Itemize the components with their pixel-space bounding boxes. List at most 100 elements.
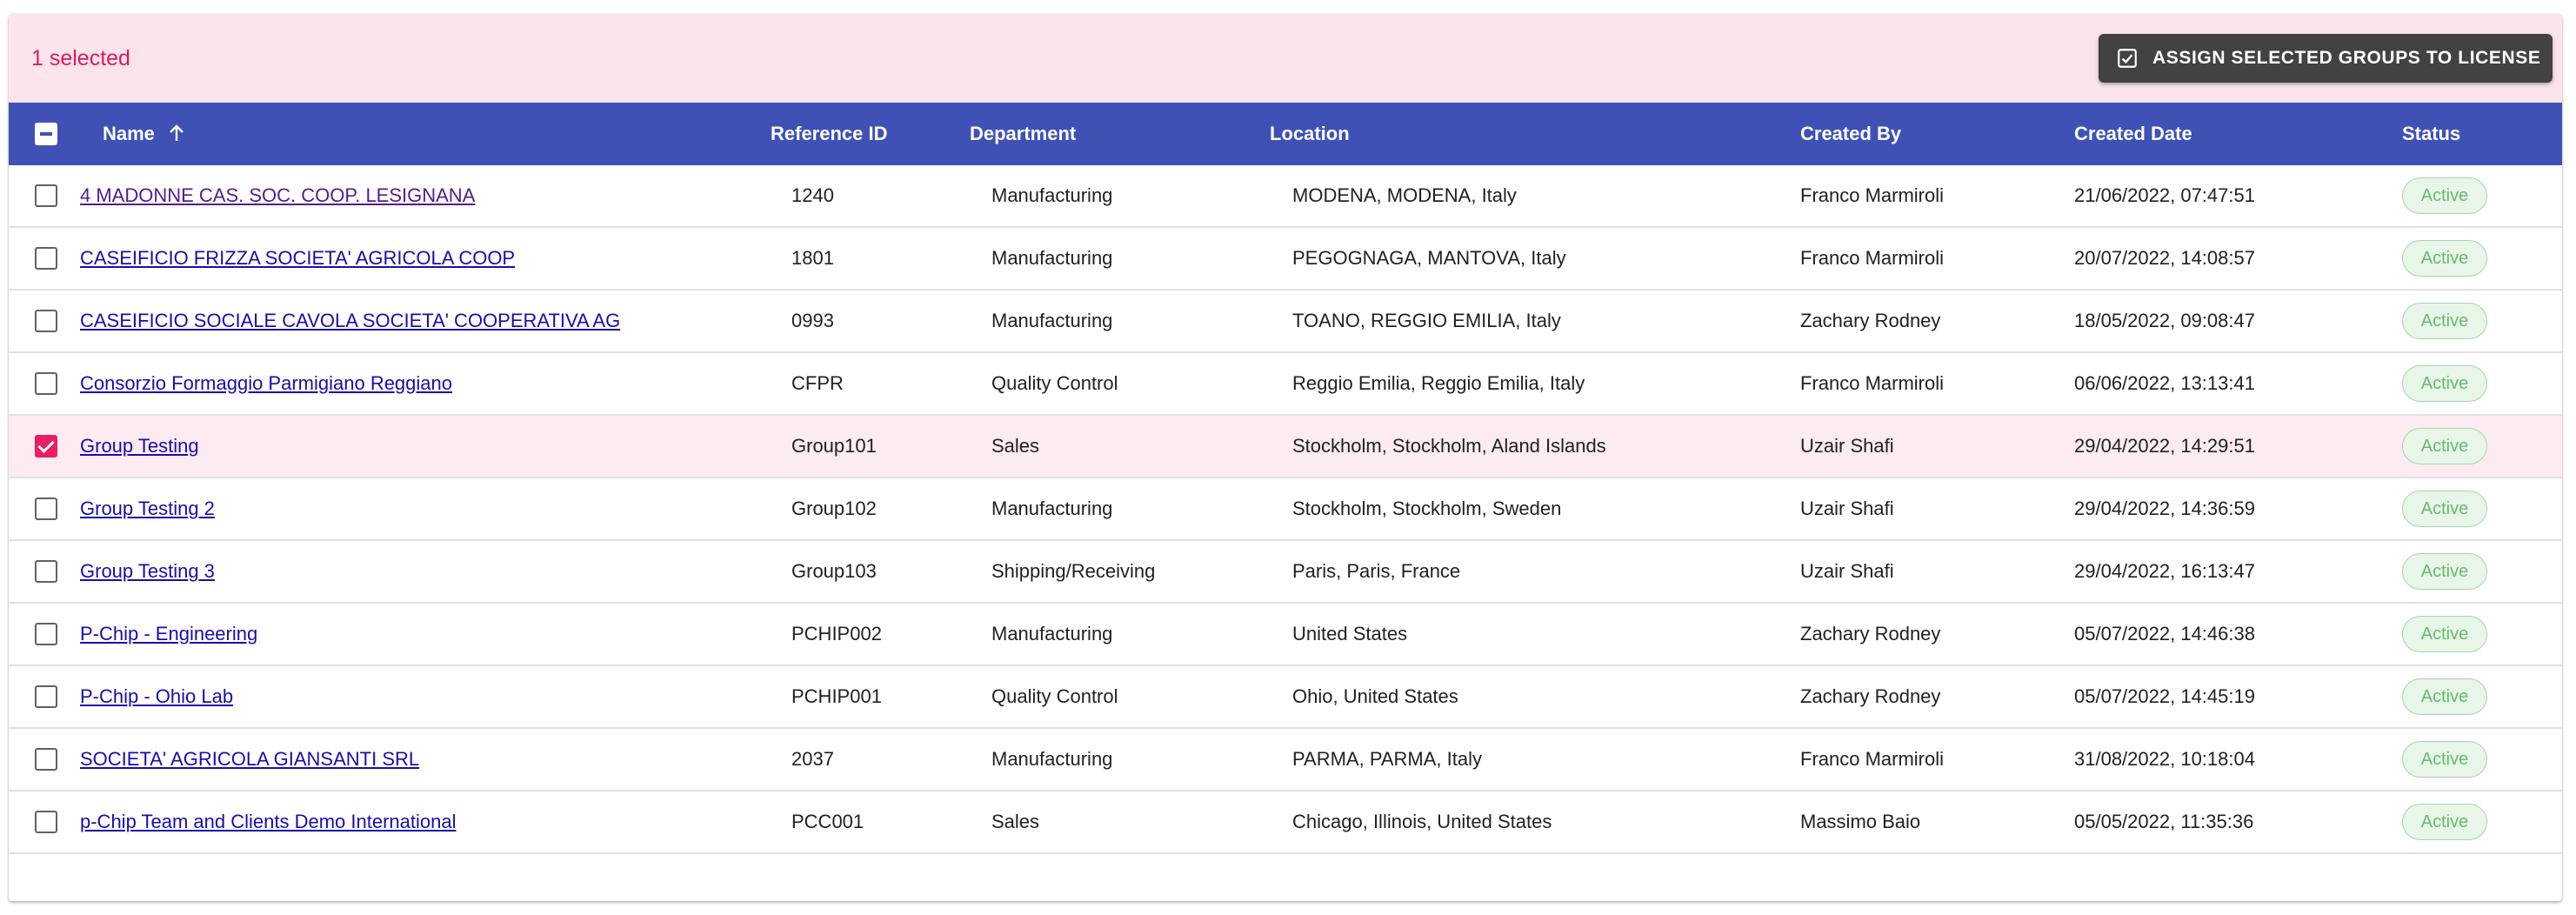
row-checkbox[interactable] xyxy=(35,685,57,708)
table-row[interactable]: Group Testing Group101 Sales Stockholm, Sto… xyxy=(9,416,2562,478)
table-row[interactable]: 4 MADONNE CAS. SOC. COOP. LESIGNANA 1240 M… xyxy=(9,165,2562,228)
department-cell: Manufacturing xyxy=(991,247,1113,269)
group-name-link[interactable]: Group Testing 3 xyxy=(80,560,215,582)
location-cell: Reggio Emilia, Reggio Emilia, Italy xyxy=(1292,372,1585,394)
status-badge: Active xyxy=(2402,553,2487,590)
department-cell: Shipping/Receiving xyxy=(991,560,1156,582)
status-badge: Active xyxy=(2402,804,2487,840)
created-date-cell: 06/06/2022, 13:13:41 xyxy=(2074,372,2255,394)
group-name-link[interactable]: p-Chip Team and Clients Demo Internation… xyxy=(80,811,457,832)
row-checkbox[interactable] xyxy=(35,184,57,207)
arrow-up-icon xyxy=(170,124,184,142)
column-header-location[interactable]: Location xyxy=(1270,103,1350,165)
department-cell: Manufacturing xyxy=(991,748,1113,770)
department-cell: Sales xyxy=(991,811,1040,832)
group-name-link[interactable]: CASEIFICIO FRIZZA SOCIETA' AGRICOLA COOP xyxy=(80,247,515,269)
table-row[interactable]: Group Testing 3 Group103 Shipping/Receivin… xyxy=(9,541,2562,604)
row-checkbox[interactable] xyxy=(35,560,57,583)
column-header-reference-id[interactable]: Reference ID xyxy=(771,103,888,165)
location-cell: Chicago, Illinois, United States xyxy=(1292,811,1552,832)
row-checkbox[interactable] xyxy=(35,811,57,833)
location-cell: Ohio, United States xyxy=(1292,685,1458,707)
created-by-cell: Massimo Baio xyxy=(1800,811,1921,832)
location-cell: MODENA, MODENA, Italy xyxy=(1292,184,1517,206)
column-header-created-date[interactable]: Created Date xyxy=(2074,103,2192,165)
group-name-link[interactable]: P-Chip - Ohio Lab xyxy=(80,685,233,707)
column-header-name[interactable]: Name xyxy=(103,103,184,165)
group-name-link[interactable]: Group Testing 2 xyxy=(80,498,215,519)
reference-id-cell: Group102 xyxy=(791,498,877,519)
table-row[interactable]: Group Testing 2 Group102 Manufacturing Stoc… xyxy=(9,478,2562,541)
row-checkbox[interactable] xyxy=(35,748,57,771)
group-name-link[interactable]: Group Testing xyxy=(80,435,199,457)
created-date-cell: 05/07/2022, 14:45:19 xyxy=(2074,685,2255,707)
created-date-cell: 20/07/2022, 14:08:57 xyxy=(2074,247,2255,269)
created-date-cell: 05/05/2022, 11:35:36 xyxy=(2074,811,2254,832)
table-row[interactable]: Consorzio Formaggio Parmigiano Reggiano C… xyxy=(9,353,2562,416)
status-badge: Active xyxy=(2402,365,2487,402)
reference-id-cell: PCC001 xyxy=(791,811,864,832)
row-checkbox[interactable] xyxy=(35,372,57,395)
reference-id-cell: CFPR xyxy=(791,372,844,394)
created-by-cell: Zachary Rodney xyxy=(1800,310,1941,331)
location-cell: Stockholm, Stockholm, Aland Islands xyxy=(1292,435,1606,457)
department-cell: Sales xyxy=(991,435,1040,457)
table-row[interactable]: p-Chip Team and Clients Demo Internation… xyxy=(9,791,2562,854)
created-date-cell: 29/04/2022, 14:29:51 xyxy=(2074,435,2255,457)
table-row[interactable]: CASEIFICIO FRIZZA SOCIETA' AGRICOLA COOP… xyxy=(9,228,2562,291)
row-checkbox[interactable] xyxy=(35,623,57,645)
row-checkbox[interactable] xyxy=(35,247,57,270)
row-checkbox[interactable] xyxy=(35,498,57,520)
location-cell: TOANO, REGGIO EMILIA, Italy xyxy=(1292,310,1561,331)
location-cell: United States xyxy=(1292,623,1408,645)
created-date-cell: 18/05/2022, 09:08:47 xyxy=(2074,310,2255,331)
status-badge: Active xyxy=(2402,741,2487,778)
table-body: 4 MADONNE CAS. SOC. COOP. LESIGNANA 1240 M… xyxy=(9,165,2562,854)
reference-id-cell: 2037 xyxy=(791,748,834,770)
department-cell: Manufacturing xyxy=(991,498,1113,519)
column-header-created-by[interactable]: Created By xyxy=(1800,103,1901,165)
location-cell: Paris, Paris, France xyxy=(1292,560,1461,582)
created-by-cell: Zachary Rodney xyxy=(1800,623,1941,645)
table-row[interactable]: SOCIETA' AGRICOLA GIANSANTI SRL 2037 Manuf… xyxy=(9,729,2562,791)
created-by-cell: Uzair Shafi xyxy=(1800,498,1894,519)
created-by-cell: Franco Marmiroli xyxy=(1800,247,1945,269)
department-cell: Manufacturing xyxy=(991,623,1113,645)
reference-id-cell: PCHIP001 xyxy=(791,685,882,707)
status-badge: Active xyxy=(2402,678,2487,715)
column-header-status[interactable]: Status xyxy=(2402,103,2460,165)
department-cell: Quality Control xyxy=(991,685,1118,707)
group-name-link[interactable]: P-Chip - Engineering xyxy=(80,623,257,645)
assign-button-label: ASSIGN SELECTED GROUPS TO LICENSE xyxy=(2152,48,2541,68)
group-name-link[interactable]: SOCIETA' AGRICOLA GIANSANTI SRL xyxy=(80,748,419,770)
status-badge: Active xyxy=(2402,491,2487,527)
table-row[interactable]: P-Chip - Ohio Lab PCHIP001 Quality Control… xyxy=(9,666,2562,729)
created-date-cell: 31/08/2022, 10:18:04 xyxy=(2074,748,2255,770)
created-by-cell: Uzair Shafi xyxy=(1800,560,1894,582)
group-name-link[interactable]: Consorzio Formaggio Parmigiano Reggiano xyxy=(80,372,452,394)
department-cell: Quality Control xyxy=(991,372,1118,394)
table-row[interactable]: P-Chip - Engineering PCHIP002 Manufacturin… xyxy=(9,604,2562,666)
created-by-cell: Zachary Rodney xyxy=(1800,685,1941,707)
assign-to-license-button[interactable]: ASSIGN SELECTED GROUPS TO LICENSE xyxy=(2099,34,2553,83)
reference-id-cell: Group101 xyxy=(791,435,877,457)
status-badge: Active xyxy=(2402,428,2487,464)
table-header: Name Reference ID Department Location Cr… xyxy=(9,103,2562,165)
created-date-cell: 05/07/2022, 14:46:38 xyxy=(2074,623,2255,645)
location-cell: Stockholm, Stockholm, Sweden xyxy=(1292,498,1562,519)
created-date-cell: 29/04/2022, 16:13:47 xyxy=(2074,560,2255,582)
selection-toolbar: 1 selected ASSIGN SELECTED GROUPS TO LIC… xyxy=(9,14,2562,103)
created-by-cell: Franco Marmiroli xyxy=(1800,184,1945,206)
group-name-link[interactable]: 4 MADONNE CAS. SOC. COOP. LESIGNANA xyxy=(80,184,475,206)
checkbox-icon xyxy=(2118,49,2137,68)
group-name-link[interactable]: CASEIFICIO SOCIALE CAVOLA SOCIETA' COOPE… xyxy=(80,310,620,331)
table-row[interactable]: CASEIFICIO SOCIALE CAVOLA SOCIETA' COOPE… xyxy=(9,291,2562,353)
select-all-checkbox[interactable] xyxy=(35,123,57,145)
row-checkbox[interactable] xyxy=(35,435,57,458)
column-header-department[interactable]: Department xyxy=(970,103,1076,165)
groups-table-card: 1 selected ASSIGN SELECTED GROUPS TO LIC… xyxy=(9,14,2562,901)
reference-id-cell: Group103 xyxy=(791,560,877,582)
row-checkbox[interactable] xyxy=(35,310,57,332)
reference-id-cell: PCHIP002 xyxy=(791,623,882,645)
reference-id-cell: 0993 xyxy=(791,310,834,331)
